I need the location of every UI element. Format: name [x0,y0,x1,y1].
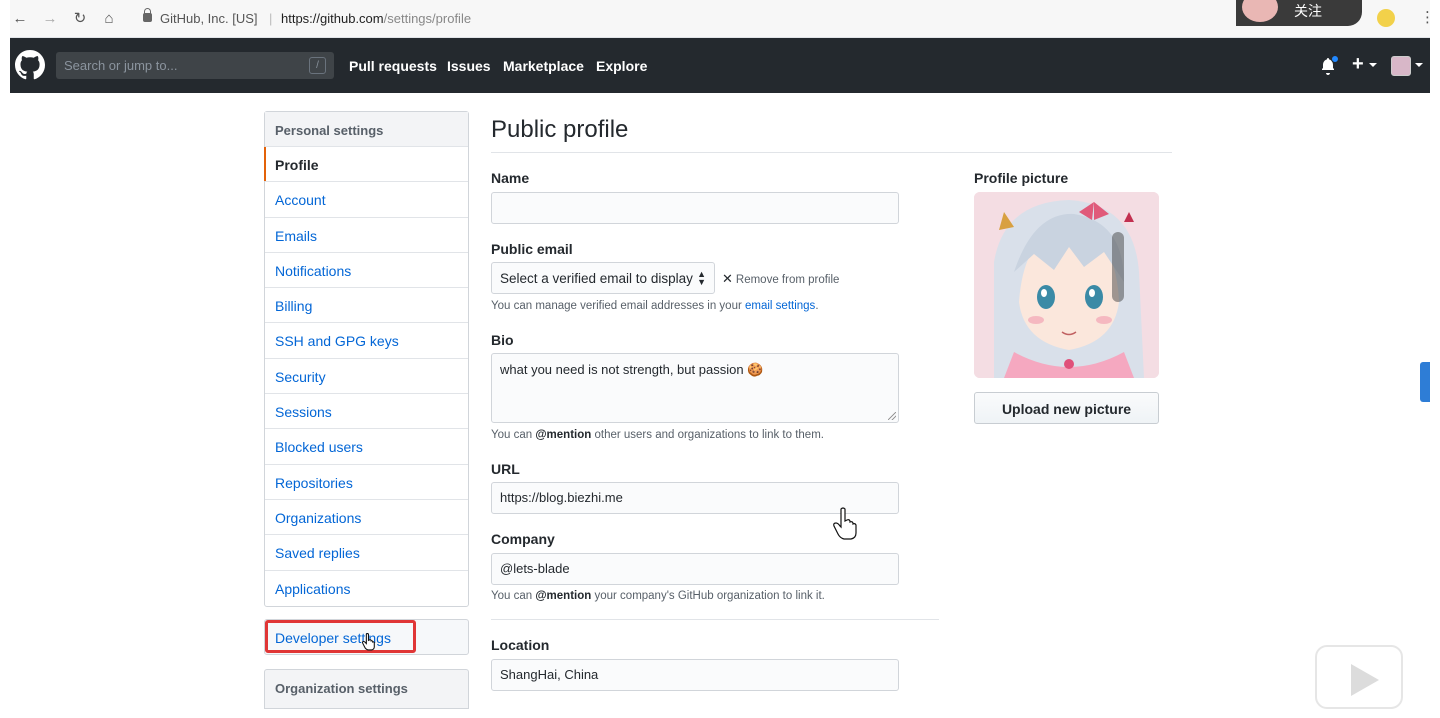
company-field[interactable]: @lets-blade [491,553,899,585]
video-play-icon[interactable] [1315,645,1403,709]
nav-issues[interactable]: Issues [447,58,491,74]
profile-picture-label: Profile picture [974,170,1069,186]
hand-cursor-icon [362,633,375,651]
sidebar-item-applications[interactable]: Applications [265,571,468,606]
bio-note-text: You can [491,429,536,441]
location-field[interactable]: ShangHai, China [491,659,899,691]
github-logo-icon[interactable] [15,50,45,80]
lock-icon [143,8,152,22]
sidebar-item-repositories[interactable]: Repositories [265,465,468,500]
profile-picture-image [974,192,1159,378]
nav-explore[interactable]: Explore [596,58,647,74]
organization-settings-heading: Organization settings [275,681,408,696]
side-feedback-tab[interactable] [1420,362,1430,402]
sidebar-heading: Personal settings [265,112,468,147]
name-label: Name [491,170,530,186]
name-field[interactable] [491,192,899,224]
overlay-text: 关注 [1294,3,1322,19]
public-email-select[interactable]: Select a verified email to display ▲ ▼ [491,262,715,294]
hand-cursor-icon [833,507,857,540]
sidebar-item-notifications[interactable]: Notifications [265,253,468,289]
bio-value: what you need is not strength, but passi… [500,362,764,377]
extension-icon[interactable] [1377,9,1395,27]
remove-from-profile-button[interactable]: ✕ Remove from profile [722,271,839,287]
company-label: Company [491,531,555,547]
url-label: URL [491,461,520,477]
reload-icon[interactable]: ↻ [71,10,89,28]
email-settings-link[interactable]: email settings [745,300,815,312]
resize-grip-icon[interactable] [888,412,896,420]
nav-pull-requests[interactable]: Pull requests [349,58,437,74]
address-separator: | [269,11,273,26]
public-email-selected: Select a verified email to display [500,271,693,286]
home-icon[interactable]: ⌂ [100,10,118,28]
bio-textarea[interactable]: what you need is not strength, but passi… [491,353,899,423]
nav-marketplace[interactable]: Marketplace [503,58,584,74]
organization-settings-menu: Organization settings [264,669,469,709]
divider [491,619,939,620]
search-placeholder: Search or jump to... [64,58,178,73]
chevron-down-icon [1369,63,1377,67]
upload-new-picture-button[interactable]: Upload new picture [974,392,1159,424]
browser-menu-icon[interactable]: ⋮ [1420,8,1435,26]
sidebar-item-profile[interactable]: Profile [264,147,468,183]
bio-label: Bio [491,332,514,348]
sidebar-item-sessions[interactable]: Sessions [265,394,468,430]
chevron-down-icon [1415,63,1423,67]
email-note-end: . [815,300,819,312]
public-email-label: Public email [491,241,573,257]
user-avatar[interactable] [1391,56,1411,76]
bio-note-end: other users and organizations to link to… [591,429,824,441]
email-note-text: You can manage verified email addresses … [491,300,745,312]
follow-overlay[interactable]: 关注 [1236,0,1362,26]
sidebar-item-billing[interactable]: Billing [265,288,468,324]
settings-sidebar: Personal settings Profile Account Emails… [264,111,469,607]
select-arrows-icon: ▲ ▼ [697,269,706,287]
close-icon: ✕ [722,271,733,286]
sidebar-item-saved-replies[interactable]: Saved replies [265,535,468,571]
github-header: Search or jump to... / Pull requests Iss… [10,38,1430,93]
sidebar-item-organizations[interactable]: Organizations [265,500,468,536]
company-note: You can @mention your company's GitHub o… [491,590,825,602]
sidebar-item-blocked-users[interactable]: Blocked users [265,429,468,465]
search-input[interactable]: Search or jump to... / [56,52,334,79]
remove-label: Remove from profile [735,274,840,286]
address-bar[interactable]: https://github.com/settings/profile [281,11,471,26]
sidebar-item-emails[interactable]: Emails [265,218,468,253]
sidebar-item-ssh-gpg-keys[interactable]: SSH and GPG keys [265,323,468,359]
forward-icon[interactable]: → [41,10,59,28]
back-icon[interactable]: ← [11,10,29,28]
annotation-highlight-box [265,620,416,653]
create-new-button[interactable]: + [1352,53,1364,76]
notification-indicator [1331,55,1339,63]
overlay-avatar [1242,0,1278,22]
company-note-text: You can [491,590,536,602]
public-email-note: You can manage verified email addresses … [491,300,819,312]
url-host: https://github.com [281,11,384,26]
url-path: /settings/profile [383,11,472,26]
company-note-end: your company's GitHub organization to li… [591,590,825,602]
location-label: Location [491,637,550,653]
page-title: Public profile [491,116,629,143]
bio-note-mention: @mention [535,429,592,441]
search-shortcut-key: / [309,57,326,74]
profile-illustration [974,192,1159,378]
divider [491,152,1172,153]
sidebar-item-security[interactable]: Security [265,359,468,395]
sidebar-item-account[interactable]: Account [265,182,468,218]
browser-toolbar: ← → ↻ ⌂ GitHub, Inc. [US] | https://gith… [10,0,1435,38]
address-org: GitHub, Inc. [US] [160,11,258,26]
company-note-mention: @mention [535,590,592,602]
bio-note: You can @mention other users and organiz… [491,429,824,441]
